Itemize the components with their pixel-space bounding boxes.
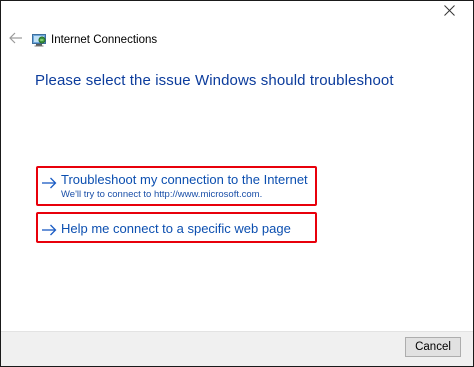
troubleshooter-window: Internet Connections Please select the i… (0, 0, 474, 367)
close-icon (443, 3, 455, 21)
page-heading: Please select the issue Windows should t… (35, 72, 394, 89)
cancel-button[interactable]: Cancel (405, 337, 461, 357)
footer-bar: Cancel (1, 331, 473, 366)
back-arrow-icon (9, 31, 23, 49)
option-description: We'll try to connect to http://www.micro… (61, 189, 263, 200)
option-connect-specific-web-page[interactable]: Help me connect to a specific web page (36, 212, 317, 243)
back-button[interactable] (7, 31, 25, 49)
option-title: Help me connect to a specific web page (61, 221, 291, 236)
arrow-right-icon (41, 176, 57, 189)
window-title: Internet Connections (51, 34, 158, 46)
option-troubleshoot-internet-connection[interactable]: Troubleshoot my connection to the Intern… (36, 166, 317, 206)
arrow-right-icon (41, 223, 57, 236)
internet-connections-icon (32, 33, 47, 47)
option-title: Troubleshoot my connection to the Intern… (61, 172, 308, 187)
close-button[interactable] (431, 1, 467, 23)
